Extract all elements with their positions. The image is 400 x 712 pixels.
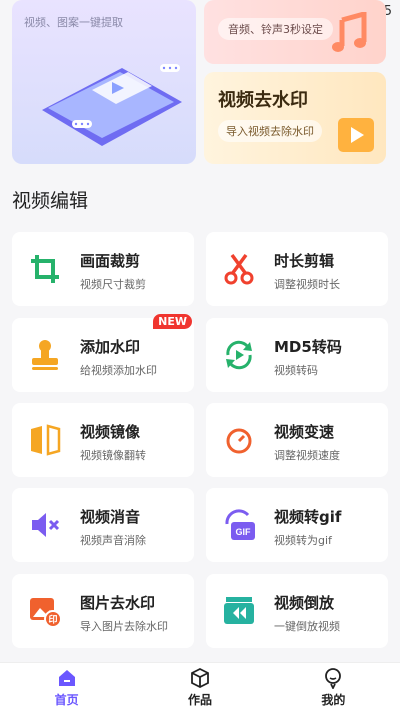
feature-desc: 一键倒放视频 bbox=[274, 620, 340, 633]
feature-desc: 视频转为gif bbox=[274, 534, 332, 547]
feature-name: 时长剪辑 bbox=[274, 252, 335, 270]
bottom-nav: 首页 作品 我的 bbox=[0, 662, 400, 712]
profile-icon bbox=[325, 668, 342, 689]
rewind-icon bbox=[224, 597, 254, 624]
extract-banner[interactable]: 视频、图案一键提取 bbox=[12, 0, 196, 164]
phone-illustration-icon bbox=[42, 64, 182, 146]
feature-name: 添加水印 bbox=[80, 338, 141, 356]
nav-works[interactable]: 作品 bbox=[133, 663, 266, 712]
feature-crop[interactable]: 画面裁剪 视频尺寸裁剪 bbox=[12, 232, 194, 306]
crop-icon bbox=[31, 255, 59, 283]
feature-image-watermark[interactable]: 印 图片去水印 导入图片去除水印 bbox=[12, 574, 194, 648]
speed-icon bbox=[226, 428, 252, 454]
feature-desc: 给视频添加水印 bbox=[80, 364, 157, 377]
ringtone-banner[interactable]: 音频、铃声3秒设定 bbox=[204, 0, 386, 64]
nav-label: 我的 bbox=[321, 693, 346, 707]
gif-icon: GIF bbox=[225, 509, 255, 540]
feature-desc: 导入图片去除水印 bbox=[80, 620, 168, 633]
extract-banner-caption: 视频、图案一键提取 bbox=[24, 16, 123, 29]
home-icon bbox=[58, 670, 75, 686]
nav-label: 作品 bbox=[187, 693, 212, 707]
box-icon bbox=[191, 667, 209, 689]
feature-desc: 视频镜像翻转 bbox=[80, 449, 146, 462]
feature-add-watermark[interactable]: 添加水印 给视频添加水印 NEW bbox=[12, 314, 194, 392]
feature-name: 视频消音 bbox=[80, 508, 141, 526]
feature-trim[interactable]: 时长剪辑 调整视频时长 bbox=[206, 232, 388, 306]
feature-desc: 视频声音消除 bbox=[80, 534, 146, 547]
video-watermark-banner-title: 视频去水印 bbox=[218, 90, 308, 111]
feature-name: 视频镜像 bbox=[80, 423, 141, 441]
feature-name: 视频变速 bbox=[274, 423, 335, 441]
stamp-icon bbox=[32, 340, 58, 370]
feature-name: MD5转码 bbox=[274, 338, 342, 356]
nav-home[interactable]: 首页 bbox=[0, 663, 133, 712]
image-watermark-icon: 印 bbox=[30, 598, 62, 628]
feature-desc: 视频转码 bbox=[274, 364, 318, 377]
feature-mute[interactable]: 视频消音 视频声音消除 bbox=[12, 488, 194, 562]
play-icon bbox=[338, 118, 374, 152]
scissors-icon bbox=[224, 253, 254, 285]
feature-name: 画面裁剪 bbox=[80, 252, 141, 270]
video-watermark-banner[interactable]: 视频去水印 导入视频去除水印 bbox=[204, 72, 386, 164]
feature-name: 视频转gif bbox=[274, 508, 342, 526]
feature-md5-convert[interactable]: MD5转码 视频转码 bbox=[206, 318, 388, 392]
feature-speed[interactable]: 视频变速 调整视频速度 bbox=[206, 403, 388, 477]
feature-reverse[interactable]: 视频倒放 一键倒放视频 bbox=[206, 574, 388, 648]
mirror-icon bbox=[31, 424, 61, 456]
nav-label: 首页 bbox=[54, 693, 79, 707]
video-watermark-banner-pill: 导入视频去除水印 bbox=[218, 120, 322, 142]
ringtone-banner-pill: 音频、铃声3秒设定 bbox=[218, 18, 333, 40]
section-title: 视频编辑 bbox=[12, 190, 89, 212]
feature-to-gif[interactable]: GIF 视频转gif 视频转为gif bbox=[206, 488, 388, 562]
feature-desc: 调整视频速度 bbox=[274, 449, 340, 462]
mute-icon bbox=[32, 513, 60, 537]
new-badge: NEW bbox=[153, 314, 192, 329]
feature-desc: 调整视频时长 bbox=[274, 278, 340, 291]
svg-text:印: 印 bbox=[48, 614, 57, 626]
svg-text:GIF: GIF bbox=[236, 527, 252, 537]
music-note-icon bbox=[332, 12, 367, 52]
nav-profile[interactable]: 我的 bbox=[267, 663, 400, 712]
feature-name: 视频倒放 bbox=[274, 594, 335, 612]
feature-mirror[interactable]: 视频镜像 视频镜像翻转 bbox=[12, 403, 194, 477]
feature-name: 图片去水印 bbox=[80, 594, 156, 612]
convert-icon bbox=[226, 340, 252, 370]
feature-desc: 视频尺寸裁剪 bbox=[80, 278, 146, 291]
